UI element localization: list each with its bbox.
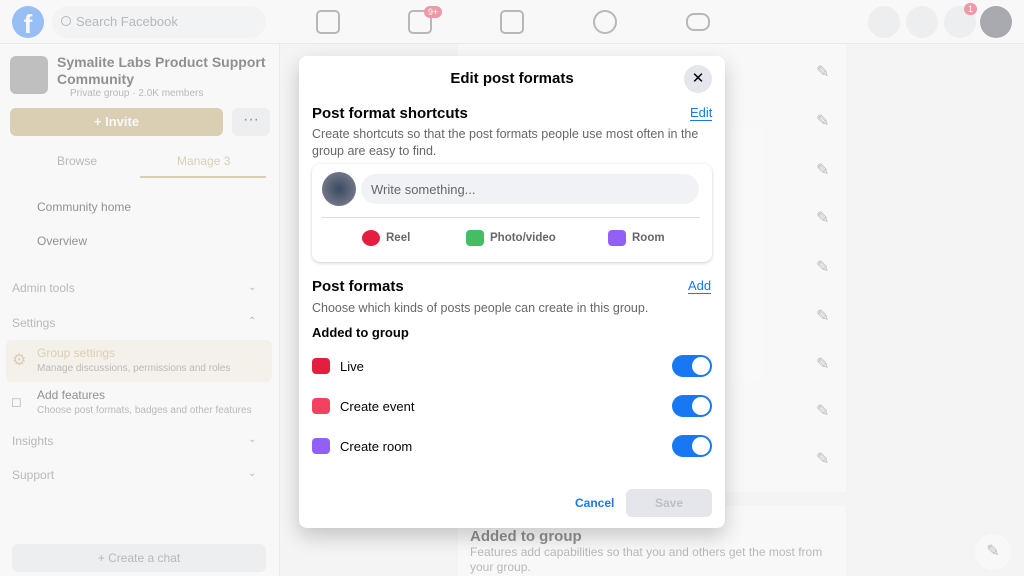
close-icon[interactable]: ✕ <box>684 65 712 93</box>
label: Create room <box>340 438 413 454</box>
chevron-down-icon[interactable]: ⌄ <box>248 282 256 293</box>
group-meta: Private group · 2.0K members <box>70 88 204 99</box>
photo-icon <box>466 230 484 246</box>
card-title: Added to group <box>470 528 582 545</box>
shortcut-room[interactable]: Room <box>608 230 665 246</box>
section-support[interactable]: Support <box>12 468 54 482</box>
sidebar: Symalite Labs Product Support Community … <box>0 44 280 576</box>
gear-icon: ⚙ <box>12 352 27 369</box>
label: Live <box>340 358 364 374</box>
pencil-icon[interactable]: ✎ <box>816 354 829 374</box>
tab-browse[interactable]: Browse <box>57 154 97 168</box>
dialog-title: Edit post formats <box>450 70 574 87</box>
notification-badge: 1 <box>964 3 978 15</box>
room-icon <box>312 438 330 454</box>
label: Reel <box>386 232 411 244</box>
write-something-input[interactable]: Write something... <box>361 174 699 204</box>
pencil-icon[interactable]: ✎ <box>816 62 829 82</box>
calendar-icon <box>312 398 330 414</box>
facebook-logo[interactable]: f <box>12 6 44 39</box>
composer-preview: Write something... Reel Photo/video Room <box>312 164 712 262</box>
messenger-icon[interactable] <box>906 6 938 38</box>
format-create-room: Create room <box>312 435 712 457</box>
pencil-icon[interactable]: ✎ <box>816 111 829 131</box>
features-icon: ◻ <box>11 394 22 409</box>
shortcut-photo-video[interactable]: Photo/video <box>466 230 556 246</box>
format-live: Live <box>312 355 712 377</box>
sidebar-item-overview[interactable]: Overview <box>37 234 87 248</box>
group-image <box>10 56 48 94</box>
pencil-icon[interactable]: ✎ <box>816 208 829 228</box>
shortcuts-desc: Create shortcuts so that the post format… <box>312 127 699 158</box>
gaming-icon[interactable] <box>686 13 710 31</box>
marketplace-icon[interactable] <box>500 10 524 34</box>
group-name[interactable]: Symalite Labs Product Support Community <box>57 54 267 88</box>
formats-title: Post formats <box>312 278 404 295</box>
add-format-link[interactable]: Add <box>688 278 712 294</box>
edit-post-formats-dialog: Edit post formats ✕ Post format shortcut… <box>299 56 725 528</box>
top-bar: f Search Facebook 9+ 1 <box>0 0 1024 44</box>
live-icon <box>312 358 330 374</box>
label: Group settings <box>37 346 116 360</box>
live-toggle[interactable] <box>672 355 712 377</box>
avatar <box>322 172 356 206</box>
pencil-icon[interactable]: ✎ <box>816 401 829 421</box>
section-settings[interactable]: Settings <box>12 316 55 330</box>
room-toggle[interactable] <box>672 435 712 457</box>
section-insights[interactable]: Insights <box>12 434 53 448</box>
search-input[interactable]: Search Facebook <box>52 6 266 38</box>
card-desc: Features add capabilities so that you an… <box>470 545 823 574</box>
shortcuts-title: Post format shortcuts <box>312 105 468 122</box>
new-message-icon[interactable]: ✎ <box>975 534 1011 570</box>
pencil-icon[interactable]: ✎ <box>816 306 829 326</box>
tab-indicator <box>140 176 266 178</box>
label: Photo/video <box>490 232 556 244</box>
format-create-event: Create event <box>312 395 712 417</box>
sidebar-item-add-features[interactable]: ◻ Add features Choose post formats, badge… <box>6 388 272 424</box>
chevron-up-icon[interactable]: ⌃ <box>248 316 256 327</box>
groups-icon[interactable] <box>593 10 617 34</box>
sidebar-item-community-home[interactable]: Community home <box>37 200 131 214</box>
home-icon[interactable] <box>316 10 340 34</box>
tab-label: Manage <box>177 154 221 168</box>
avatar[interactable] <box>980 6 1012 38</box>
tab-count: 3 <box>223 154 231 168</box>
sidebar-item-group-settings[interactable]: ⚙ Group settings Manage discussions, perm… <box>6 340 272 382</box>
room-icon <box>608 230 626 246</box>
pencil-icon[interactable]: ✎ <box>816 257 829 277</box>
section-admin-tools[interactable]: Admin tools <box>12 281 75 295</box>
label: Add features <box>37 388 106 402</box>
invite-button[interactable]: + Invite <box>10 108 223 136</box>
sub: Choose post formats, badges and other fe… <box>37 405 252 416</box>
label: Room <box>632 232 665 244</box>
chevron-down-icon[interactable]: ⌄ <box>248 468 256 479</box>
tab-manage[interactable]: Manage 3 <box>177 154 230 168</box>
more-button[interactable]: ··· <box>232 108 270 136</box>
save-button[interactable]: Save <box>626 489 712 517</box>
label: Create event <box>340 398 415 414</box>
chevron-down-icon[interactable]: ⌄ <box>248 434 256 445</box>
pencil-icon[interactable]: ✎ <box>816 160 829 180</box>
edit-shortcuts-link[interactable]: Edit <box>690 105 713 121</box>
cancel-button[interactable]: Cancel <box>575 496 614 510</box>
create-chat-button[interactable]: + Create a chat <box>12 544 266 572</box>
divider <box>322 217 700 218</box>
formats-desc: Choose which kinds of posts people can c… <box>312 301 649 315</box>
shortcut-reel[interactable]: Reel <box>362 230 410 246</box>
event-toggle[interactable] <box>672 395 712 417</box>
pencil-icon[interactable]: ✎ <box>816 449 829 469</box>
watch-badge: 9+ <box>424 6 443 18</box>
menu-icon[interactable] <box>868 6 900 38</box>
reel-icon <box>362 230 380 246</box>
sub: Manage discussions, permissions and role… <box>37 363 231 374</box>
added-label: Added to group <box>312 325 409 340</box>
